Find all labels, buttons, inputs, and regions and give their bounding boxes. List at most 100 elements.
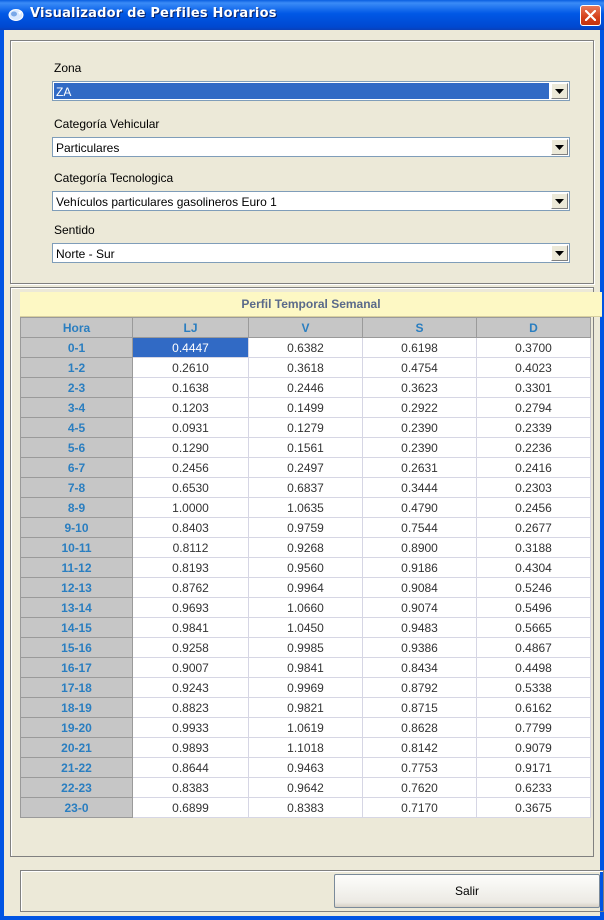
cell-d[interactable]: 0.6162 — [476, 697, 591, 718]
table-row[interactable]: 8-9 1.0000 1.0635 0.4790 0.2456 — [20, 497, 591, 518]
cell-lj[interactable]: 0.2456 — [132, 457, 249, 478]
cell-v[interactable]: 0.6382 — [248, 337, 363, 358]
sentido-select[interactable]: Norte - Sur — [52, 243, 570, 263]
table-row[interactable]: 3-4 0.1203 0.1499 0.2922 0.2794 — [20, 397, 591, 418]
cell-lj[interactable]: 0.9933 — [132, 717, 249, 738]
cell-v[interactable]: 1.0619 — [248, 717, 363, 738]
cell-v[interactable]: 0.9964 — [248, 577, 363, 598]
categoria-vehicular-select[interactable]: Particulares — [52, 137, 570, 157]
cell-s[interactable]: 0.8142 — [362, 737, 477, 758]
cell-s[interactable]: 0.3623 — [362, 377, 477, 398]
cell-s[interactable]: 0.2922 — [362, 397, 477, 418]
cell-d[interactable]: 0.4304 — [476, 557, 591, 578]
table-row[interactable]: 19-20 0.9933 1.0619 0.8628 0.7799 — [20, 717, 591, 738]
cell-v[interactable]: 0.9841 — [248, 657, 363, 678]
cell-d[interactable]: 0.2416 — [476, 457, 591, 478]
table-row[interactable]: 11-12 0.8193 0.9560 0.9186 0.4304 — [20, 557, 591, 578]
categoria-tecnologica-dropdown-button[interactable] — [551, 193, 568, 209]
column-header-lj[interactable]: LJ — [132, 317, 249, 338]
table-row[interactable]: 21-22 0.8644 0.9463 0.7753 0.9171 — [20, 757, 591, 778]
cell-s[interactable]: 0.7753 — [362, 757, 477, 778]
table-row[interactable]: 7-8 0.6530 0.6837 0.3444 0.2303 — [20, 477, 591, 498]
table-row[interactable]: 9-10 0.8403 0.9759 0.7544 0.2677 — [20, 517, 591, 538]
cell-s[interactable]: 0.7620 — [362, 777, 477, 798]
table-row[interactable]: 2-3 0.1638 0.2446 0.3623 0.3301 — [20, 377, 591, 398]
categoria-vehicular-dropdown-button[interactable] — [551, 139, 568, 155]
cell-lj[interactable]: 0.1203 — [132, 397, 249, 418]
cell-s[interactable]: 0.7170 — [362, 797, 477, 818]
table-row[interactable]: 10-11 0.8112 0.9268 0.8900 0.3188 — [20, 537, 591, 558]
table-row[interactable]: 12-13 0.8762 0.9964 0.9084 0.5246 — [20, 577, 591, 598]
cell-lj[interactable]: 0.0931 — [132, 417, 249, 438]
cell-v[interactable]: 1.0660 — [248, 597, 363, 618]
table-row[interactable]: 14-15 0.9841 1.0450 0.9483 0.5665 — [20, 617, 591, 638]
table-row[interactable]: 15-16 0.9258 0.9985 0.9386 0.4867 — [20, 637, 591, 658]
cell-lj[interactable]: 0.1638 — [132, 377, 249, 398]
zona-select[interactable]: ZA — [52, 81, 570, 101]
cell-v[interactable]: 0.2497 — [248, 457, 363, 478]
cell-lj[interactable]: 0.8112 — [132, 537, 249, 558]
table-row[interactable]: 1-2 0.2610 0.3618 0.4754 0.4023 — [20, 357, 591, 378]
cell-d[interactable]: 0.2303 — [476, 477, 591, 498]
cell-v[interactable]: 1.0450 — [248, 617, 363, 638]
cell-s[interactable]: 0.8715 — [362, 697, 477, 718]
cell-v[interactable]: 1.0635 — [248, 497, 363, 518]
cell-lj[interactable]: 0.9007 — [132, 657, 249, 678]
cell-s[interactable]: 0.4790 — [362, 497, 477, 518]
cell-d[interactable]: 0.4498 — [476, 657, 591, 678]
cell-lj[interactable]: 0.8762 — [132, 577, 249, 598]
cell-d[interactable]: 0.3700 — [476, 337, 591, 358]
cell-lj[interactable]: 0.8403 — [132, 517, 249, 538]
table-row[interactable]: 23-0 0.6899 0.8383 0.7170 0.3675 — [20, 797, 591, 818]
cell-lj[interactable]: 0.9258 — [132, 637, 249, 658]
table-row[interactable]: 5-6 0.1290 0.1561 0.2390 0.2236 — [20, 437, 591, 458]
profile-table[interactable]: Hora LJ V S D 0-1 0.4447 0.6382 0.6198 0.370… — [20, 317, 591, 818]
cell-s[interactable]: 0.7544 — [362, 517, 477, 538]
table-row[interactable]: 4-5 0.0931 0.1279 0.2390 0.2339 — [20, 417, 591, 438]
cell-v[interactable]: 1.1018 — [248, 737, 363, 758]
cell-d[interactable]: 0.2456 — [476, 497, 591, 518]
cell-v[interactable]: 0.9759 — [248, 517, 363, 538]
cell-d[interactable]: 0.9079 — [476, 737, 591, 758]
cell-d[interactable]: 0.3675 — [476, 797, 591, 818]
column-header-v[interactable]: V — [248, 317, 363, 338]
cell-s[interactable]: 0.8900 — [362, 537, 477, 558]
column-header-hora[interactable]: Hora — [20, 317, 133, 338]
cell-v[interactable]: 0.8383 — [248, 797, 363, 818]
table-row[interactable]: 20-21 0.9893 1.1018 0.8142 0.9079 — [20, 737, 591, 758]
cell-d[interactable]: 0.7799 — [476, 717, 591, 738]
cell-d[interactable]: 0.3301 — [476, 377, 591, 398]
cell-d[interactable]: 0.2794 — [476, 397, 591, 418]
cell-s[interactable]: 0.9186 — [362, 557, 477, 578]
salir-button[interactable]: Salir — [334, 874, 600, 908]
cell-s[interactable]: 0.2390 — [362, 437, 477, 458]
cell-lj[interactable]: 0.4447 — [132, 337, 249, 358]
column-header-s[interactable]: S — [362, 317, 477, 338]
cell-v[interactable]: 0.1499 — [248, 397, 363, 418]
table-row[interactable]: 17-18 0.9243 0.9969 0.8792 0.5338 — [20, 677, 591, 698]
cell-d[interactable]: 0.4023 — [476, 357, 591, 378]
zona-dropdown-button[interactable] — [551, 83, 568, 99]
cell-lj[interactable]: 0.1290 — [132, 437, 249, 458]
cell-lj[interactable]: 0.8383 — [132, 777, 249, 798]
cell-d[interactable]: 0.5496 — [476, 597, 591, 618]
cell-lj[interactable]: 1.0000 — [132, 497, 249, 518]
table-row[interactable]: 13-14 0.9693 1.0660 0.9074 0.5496 — [20, 597, 591, 618]
cell-s[interactable]: 0.3444 — [362, 477, 477, 498]
cell-v[interactable]: 0.9821 — [248, 697, 363, 718]
cell-v[interactable]: 0.9642 — [248, 777, 363, 798]
cell-s[interactable]: 0.4754 — [362, 357, 477, 378]
cell-lj[interactable]: 0.8644 — [132, 757, 249, 778]
cell-v[interactable]: 0.9268 — [248, 537, 363, 558]
cell-s[interactable]: 0.8628 — [362, 717, 477, 738]
table-row[interactable]: 22-23 0.8383 0.9642 0.7620 0.6233 — [20, 777, 591, 798]
cell-d[interactable]: 0.3188 — [476, 537, 591, 558]
cell-s[interactable]: 0.8434 — [362, 657, 477, 678]
cell-s[interactable]: 0.2631 — [362, 457, 477, 478]
cell-s[interactable]: 0.8792 — [362, 677, 477, 698]
cell-d[interactable]: 0.9171 — [476, 757, 591, 778]
cell-d[interactable]: 0.2236 — [476, 437, 591, 458]
cell-lj[interactable]: 0.9893 — [132, 737, 249, 758]
cell-v[interactable]: 0.1279 — [248, 417, 363, 438]
table-row[interactable]: 6-7 0.2456 0.2497 0.2631 0.2416 — [20, 457, 591, 478]
